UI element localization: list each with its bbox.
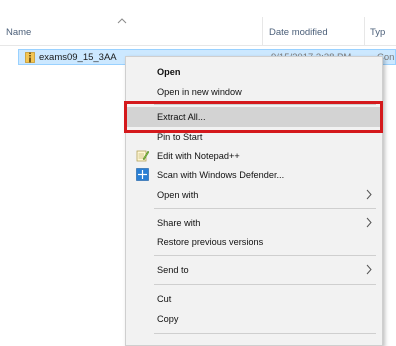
- menu-item-label: Restore previous versions: [157, 237, 264, 247]
- zip-folder-icon: [25, 52, 35, 63]
- menu-item-label: Send to: [157, 265, 189, 275]
- windows-defender-icon: [136, 168, 149, 181]
- menu-item-edit-with-notepad[interactable]: Edit with Notepad++: [126, 146, 382, 166]
- menu-item-label: Share with: [157, 218, 201, 228]
- menu-item-label: Copy: [157, 314, 179, 324]
- menu-item-send-to[interactable]: Send to: [126, 260, 382, 280]
- menu-item-copy[interactable]: Copy: [126, 309, 382, 329]
- menu-item-open[interactable]: Open: [126, 62, 382, 82]
- menu-item-label: Open in new window: [157, 87, 242, 97]
- chevron-right-icon: [366, 189, 372, 200]
- menu-item-label: Open: [157, 67, 181, 77]
- menu-item-label: Edit with Notepad++: [157, 151, 240, 161]
- menu-item-open-in-new-window[interactable]: Open in new window: [126, 82, 382, 102]
- annotation-highlight-box: [124, 101, 383, 133]
- top-strip: [0, 0, 396, 14]
- menu-item-label: Pin to Start: [157, 132, 203, 142]
- menu-item-open-with[interactable]: Open with: [126, 185, 382, 205]
- context-menu: Open Open in new window Extract All... P…: [125, 56, 383, 346]
- column-divider[interactable]: [262, 17, 263, 45]
- column-header-row: Name Date modified Typ: [0, 17, 396, 46]
- column-divider[interactable]: [364, 17, 365, 45]
- column-header-date-modified[interactable]: Date modified: [269, 27, 328, 38]
- menu-item-cut[interactable]: Cut: [126, 289, 382, 309]
- file-name: exams09_15_3AA: [39, 52, 117, 63]
- menu-item-label: Open with: [157, 190, 199, 200]
- menu-item-share-with[interactable]: Share with: [126, 213, 382, 233]
- file-explorer-window: Name Date modified Typ exams09_15_3AA 9/…: [0, 0, 396, 346]
- sort-up-icon: [117, 18, 127, 24]
- notepad-plus-plus-icon: [136, 150, 149, 162]
- menu-item-label: Scan with Windows Defender...: [157, 170, 285, 180]
- menu-separator: [154, 208, 376, 209]
- chevron-right-icon: [366, 264, 372, 275]
- column-header-type[interactable]: Typ: [370, 27, 385, 38]
- menu-separator: [154, 255, 376, 256]
- menu-item-restore-previous-versions[interactable]: Restore previous versions: [126, 232, 382, 252]
- menu-separator: [154, 333, 376, 334]
- chevron-right-icon: [366, 217, 372, 228]
- column-header-name[interactable]: Name: [6, 27, 31, 38]
- menu-item-scan-with-defender[interactable]: Scan with Windows Defender...: [126, 165, 382, 185]
- menu-separator: [154, 284, 376, 285]
- menu-item-label: Cut: [157, 294, 172, 304]
